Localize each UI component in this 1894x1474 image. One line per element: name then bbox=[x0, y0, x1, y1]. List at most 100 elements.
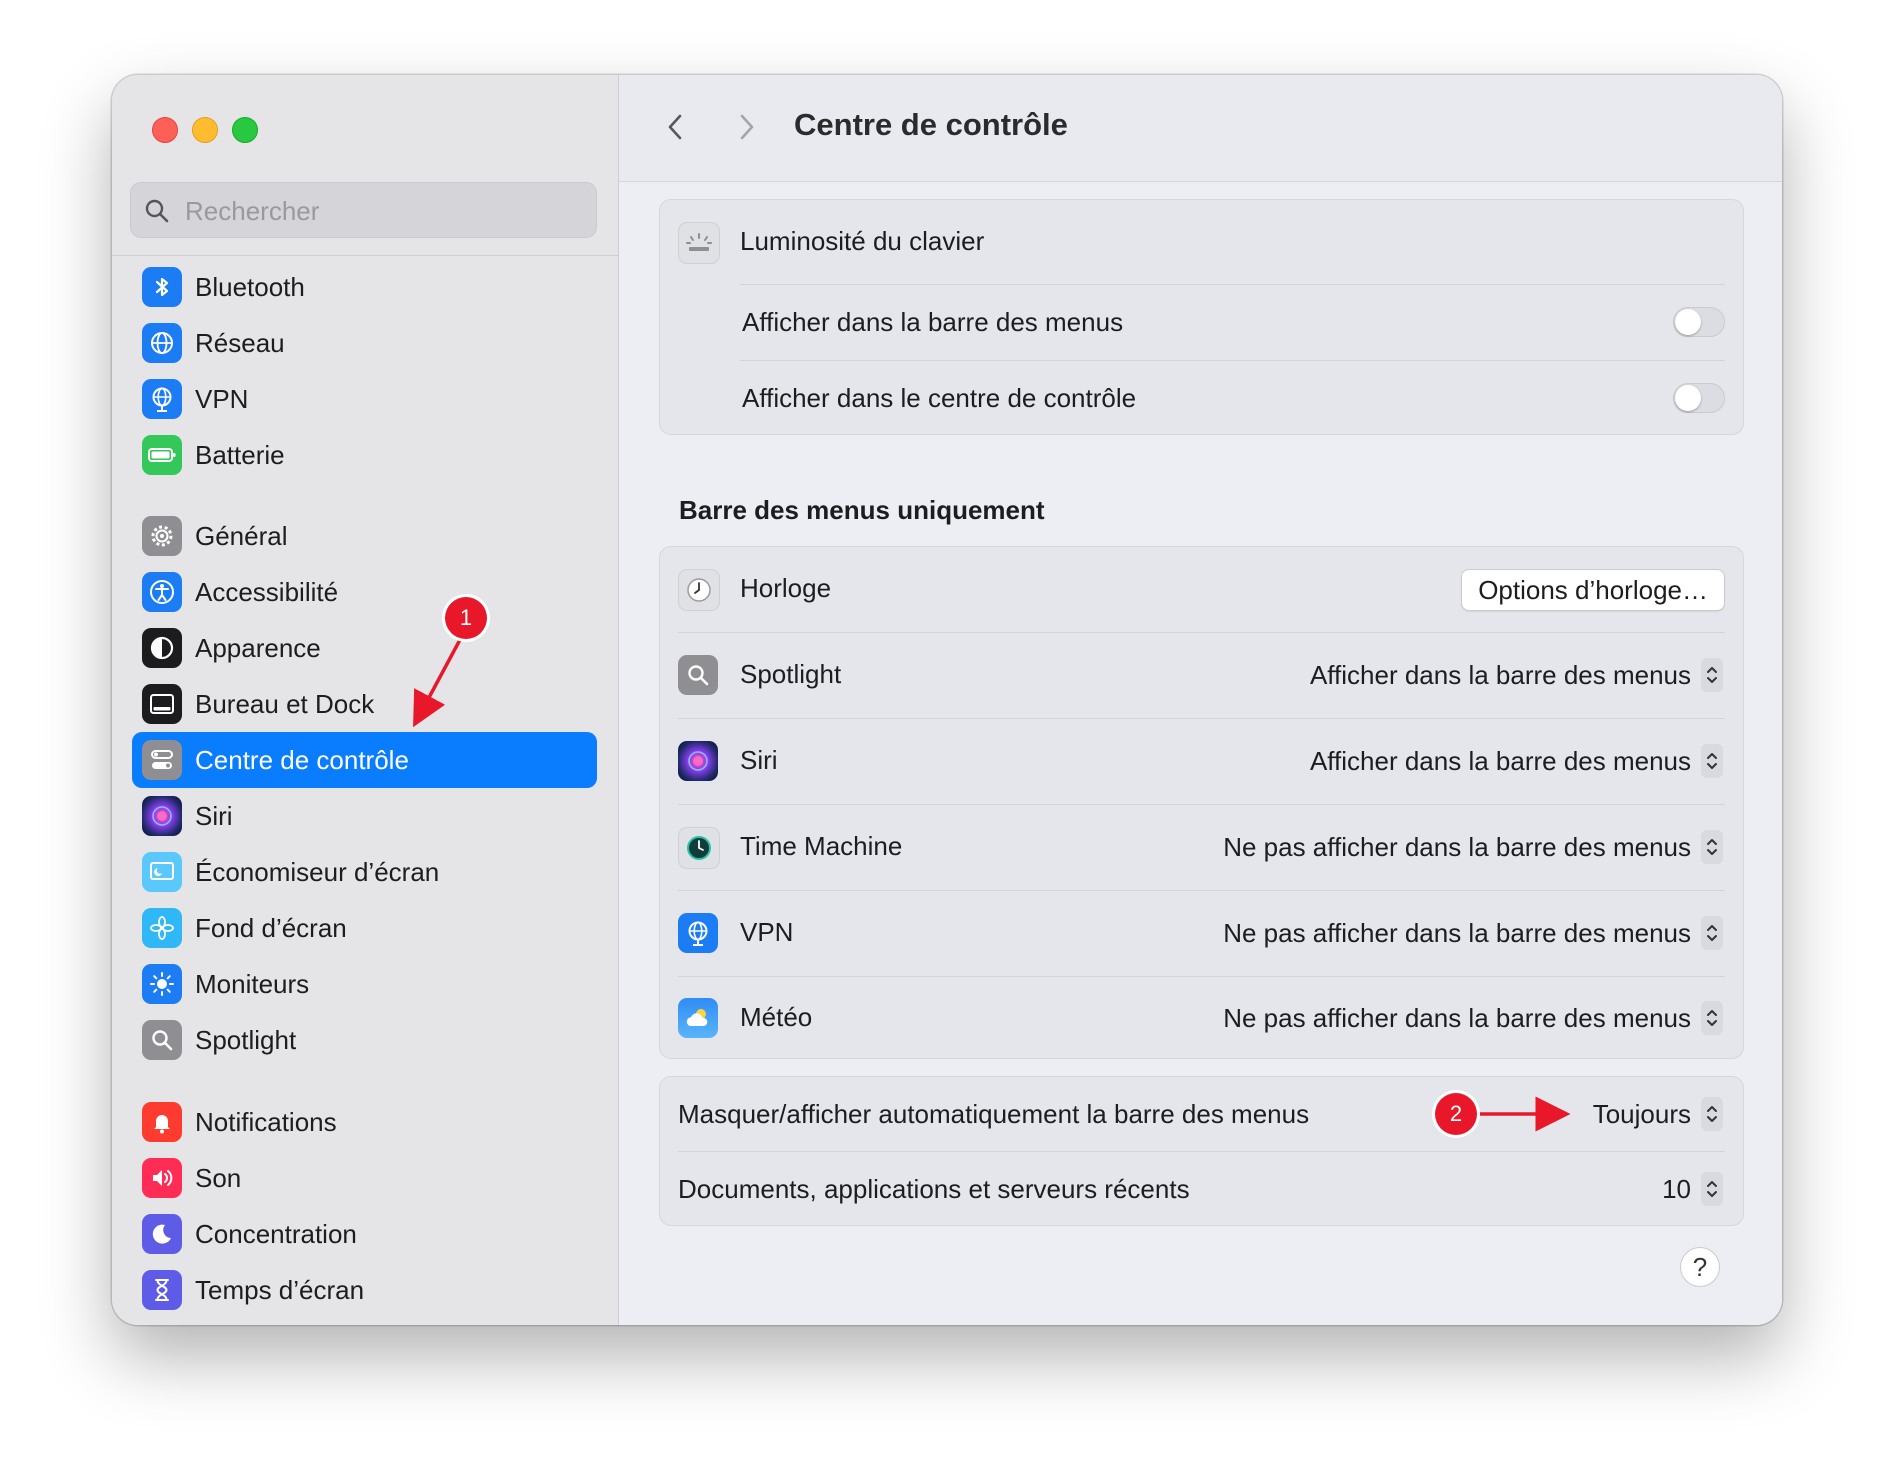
keyboard-controlcenter-label: Afficher dans le centre de contrôle bbox=[742, 383, 1137, 413]
sidebar-item-bureau-dock[interactable]: Bureau et Dock bbox=[132, 676, 597, 732]
popup-value: 10 bbox=[1662, 1173, 1691, 1204]
time-machine-label: Time Machine bbox=[740, 831, 903, 861]
sidebar-item-fond-ecran[interactable]: Fond d’écran bbox=[132, 900, 597, 956]
back-button[interactable] bbox=[657, 109, 693, 145]
keyboard-controlcenter-row: Afficher dans le centre de contrôle bbox=[660, 361, 1743, 436]
toggle-knob bbox=[1675, 309, 1701, 335]
sidebar-item-label: Bluetooth bbox=[195, 271, 305, 302]
keyboard-brightness-title: Luminosité du clavier bbox=[740, 226, 985, 256]
autohide-popup[interactable]: Toujours bbox=[1593, 1097, 1723, 1131]
keyboard-menubar-toggle[interactable] bbox=[1673, 307, 1725, 337]
time-machine-popup[interactable]: Ne pas afficher dans la barre des menus bbox=[1223, 830, 1723, 864]
clock-label: Horloge bbox=[740, 573, 832, 603]
search-icon bbox=[145, 199, 169, 223]
accessibility-icon bbox=[142, 572, 182, 612]
annotation-badge-1: 1 bbox=[445, 597, 487, 639]
sidebar-item-vpn[interactable]: VPN bbox=[132, 371, 597, 427]
sidebar-item-reseau[interactable]: Réseau bbox=[132, 315, 597, 371]
sidebar-item-label: Apparence bbox=[195, 632, 321, 663]
minimize-button[interactable] bbox=[192, 117, 218, 143]
recent-items-row: Documents, applications et serveurs réce… bbox=[660, 1152, 1743, 1227]
sidebar-item-siri[interactable]: Siri bbox=[132, 788, 597, 844]
close-button[interactable] bbox=[152, 117, 178, 143]
vpn-popup[interactable]: Ne pas afficher dans la barre des menus bbox=[1223, 916, 1723, 950]
sidebar-item-label: Bureau et Dock bbox=[195, 688, 375, 719]
sidebar-item-label: Général bbox=[195, 520, 288, 551]
toggle-knob bbox=[1675, 385, 1701, 411]
moon-icon bbox=[142, 1214, 182, 1254]
time-machine-icon bbox=[678, 827, 720, 869]
sidebar-item-notifications[interactable]: Notifications bbox=[132, 1094, 597, 1150]
zoom-button[interactable] bbox=[232, 117, 258, 143]
weather-popup[interactable]: Ne pas afficher dans la barre des menus bbox=[1223, 1001, 1723, 1035]
vpn-globe-icon bbox=[678, 913, 718, 953]
wallpaper-icon bbox=[142, 908, 182, 948]
search-input[interactable] bbox=[183, 183, 587, 239]
sidebar-item-accessibilite[interactable]: Accessibilité bbox=[132, 564, 597, 620]
menubar-only-group: Horloge Options d’horloge… Spotlight Aff… bbox=[659, 546, 1744, 1059]
time-machine-row: Time Machine Ne pas afficher dans la bar… bbox=[660, 805, 1743, 890]
sidebar-item-label: Économiseur d’écran bbox=[195, 856, 440, 887]
sidebar-item-label: Concentration bbox=[195, 1218, 357, 1249]
clock-options-button[interactable]: Options d’horloge… bbox=[1461, 569, 1725, 611]
sidebar-item-temps-ecran[interactable]: Temps d’écran bbox=[132, 1262, 597, 1318]
settings-window: Bluetooth Réseau VPN Batterie Général bbox=[112, 75, 1782, 1325]
clock-icon bbox=[678, 569, 720, 611]
speaker-icon bbox=[142, 1158, 182, 1198]
sidebar-item-label: Moniteurs bbox=[195, 968, 310, 999]
autohide-row: Masquer/afficher automatiquement la barr… bbox=[660, 1077, 1743, 1151]
vpn-row: VPN Ne pas afficher dans la barre des me… bbox=[660, 891, 1743, 976]
weather-row: Météo Ne pas afficher dans la barre des … bbox=[660, 977, 1743, 1060]
sidebar-item-label: Accessibilité bbox=[195, 576, 339, 607]
gear-icon bbox=[142, 516, 182, 556]
help-button[interactable]: ? bbox=[1680, 1247, 1720, 1287]
siri-popup[interactable]: Afficher dans la barre des menus bbox=[1310, 744, 1723, 778]
keyboard-controlcenter-toggle[interactable] bbox=[1673, 383, 1725, 413]
forward-button[interactable] bbox=[729, 109, 765, 145]
vpn-globe-icon bbox=[142, 379, 182, 419]
battery-icon bbox=[142, 435, 182, 475]
autohide-label: Masquer/afficher automatiquement la barr… bbox=[678, 1099, 1310, 1129]
recent-items-popup[interactable]: 10 bbox=[1662, 1172, 1723, 1206]
sidebar-item-general[interactable]: Général bbox=[132, 508, 597, 564]
chevron-up-down-icon bbox=[1701, 916, 1723, 950]
keyboard-menubar-row: Afficher dans la barre des menus bbox=[660, 285, 1743, 360]
popup-value: Ne pas afficher dans la barre des menus bbox=[1223, 1002, 1691, 1033]
spotlight-popup[interactable]: Afficher dans la barre des menus bbox=[1310, 658, 1723, 692]
sidebar-item-bluetooth[interactable]: Bluetooth bbox=[132, 259, 597, 315]
section-title-menubar-only: Barre des menus uniquement bbox=[679, 495, 1045, 525]
sidebar-item-label: Spotlight bbox=[195, 1024, 297, 1055]
sidebar-item-apparence[interactable]: Apparence bbox=[132, 620, 597, 676]
sidebar-item-centre-de-controle[interactable]: Centre de contrôle bbox=[132, 732, 597, 788]
sidebar-item-batterie[interactable]: Batterie bbox=[132, 427, 597, 483]
chevron-up-down-icon bbox=[1701, 1001, 1723, 1035]
sidebar-item-label: Notifications bbox=[195, 1106, 337, 1137]
keyboard-menubar-label: Afficher dans la barre des menus bbox=[742, 307, 1124, 337]
chevron-up-down-icon bbox=[1701, 830, 1723, 864]
sidebar-item-label: VPN bbox=[195, 383, 249, 414]
sidebar-item-son[interactable]: Son bbox=[132, 1150, 597, 1206]
sidebar-item-label: Fond d’écran bbox=[195, 912, 347, 943]
sidebar-item-spotlight[interactable]: Spotlight bbox=[132, 1012, 597, 1068]
annotation-badge-2: 2 bbox=[1435, 1093, 1477, 1135]
sidebar-item-moniteurs[interactable]: Moniteurs bbox=[132, 956, 597, 1012]
sidebar: Bluetooth Réseau VPN Batterie Général bbox=[112, 75, 619, 1325]
screensaver-icon bbox=[142, 852, 182, 892]
keyboard-brightness-group: Luminosité du clavier Afficher dans la b… bbox=[659, 199, 1744, 435]
keyboard-brightness-header: Luminosité du clavier bbox=[660, 200, 1743, 284]
appearance-icon bbox=[142, 628, 182, 668]
bluetooth-icon bbox=[142, 267, 182, 307]
globe-icon bbox=[142, 323, 182, 363]
search-field[interactable] bbox=[130, 182, 597, 239]
spotlight-label: Spotlight bbox=[740, 659, 842, 689]
magnifier-icon bbox=[678, 655, 718, 695]
sidebar-item-economiseur[interactable]: Économiseur d’écran bbox=[132, 844, 597, 900]
weather-icon bbox=[678, 998, 718, 1038]
control-center-icon bbox=[142, 740, 182, 780]
popup-value: Afficher dans la barre des menus bbox=[1309, 659, 1691, 690]
popup-value: Ne pas afficher dans la barre des menus bbox=[1223, 917, 1691, 948]
sidebar-item-concentration[interactable]: Concentration bbox=[132, 1206, 597, 1262]
sidebar-item-label: Batterie bbox=[195, 439, 285, 470]
chevron-up-down-icon bbox=[1701, 744, 1723, 778]
vpn-label: VPN bbox=[740, 917, 794, 947]
